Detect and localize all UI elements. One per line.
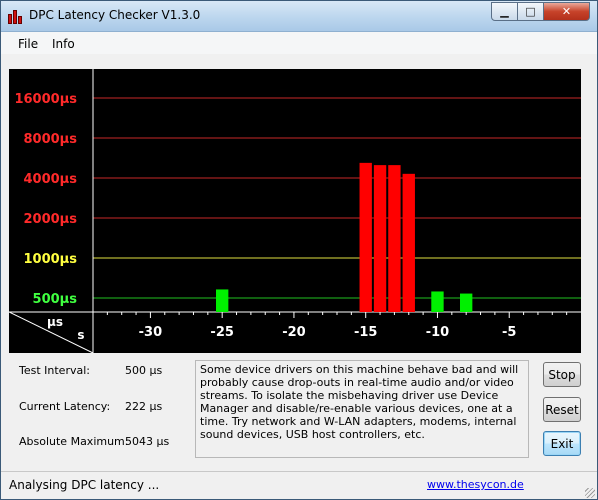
minimize-icon: ▁ <box>500 5 509 18</box>
resize-grip[interactable] <box>585 488 595 498</box>
test-interval-label: Test Interval: <box>19 364 90 377</box>
y-tick-label: 2000µs <box>24 212 78 227</box>
x-tick-label: -10 <box>426 325 450 340</box>
maximize-button[interactable]: □ <box>517 2 544 21</box>
window-title: DPC Latency Checker V1.3.0 <box>29 8 201 22</box>
latency-bar <box>359 162 372 312</box>
x-tick-label: -25 <box>210 325 234 340</box>
current-latency-label: Current Latency: <box>19 400 111 413</box>
chart-background <box>9 69 581 353</box>
y-tick-label: 500µs <box>33 292 78 307</box>
reset-button[interactable]: Reset <box>543 397 581 422</box>
app-window: DPC Latency Checker V1.3.0 ▁ □ ✕ File In… <box>0 0 598 500</box>
latency-bar <box>402 173 415 312</box>
latency-chart-svg: 16000µs 8000µs 4000µs 2000µs 1000µs 500µs µss -… <box>9 69 581 353</box>
absolute-maximum-value: 5043 µs <box>125 435 170 448</box>
website-link[interactable]: www.thesycon.de <box>427 478 524 491</box>
y-tick-label: 4000µs <box>24 172 78 187</box>
minimize-button[interactable]: ▁ <box>491 2 518 21</box>
latency-chart: 16000µs 8000µs 4000µs 2000µs 1000µs 500µs µs s -… <box>9 69 581 353</box>
title-bar[interactable]: DPC Latency Checker V1.3.0 ▁ □ ✕ <box>1 1 597 32</box>
exit-button[interactable]: Exit <box>543 431 581 456</box>
latency-bar <box>216 289 229 312</box>
bar-chart-icon <box>7 8 23 24</box>
latency-bar <box>460 293 473 312</box>
close-icon: ✕ <box>561 5 572 18</box>
status-bar: Analysing DPC latency ... www.thesycon.d… <box>1 471 597 499</box>
stop-button[interactable]: Stop <box>543 362 581 387</box>
y-tick-label: 1000µs <box>24 252 78 267</box>
status-text: Analysing DPC latency ... <box>9 478 160 492</box>
menu-info[interactable]: Info <box>52 37 75 51</box>
maximize-icon: □ <box>525 5 536 18</box>
x-unit-label: s <box>77 328 84 342</box>
y-tick-label: 8000µs <box>24 132 78 147</box>
x-tick-label: -15 <box>354 325 378 340</box>
close-button[interactable]: ✕ <box>543 2 590 21</box>
y-unit-label: µs <box>47 315 63 329</box>
test-interval-value: 500 µs <box>125 364 163 377</box>
absolute-maximum-label: Absolute Maximum: <box>19 435 129 448</box>
latency-bar <box>431 291 444 312</box>
latency-bar <box>373 165 387 312</box>
y-tick-label: 16000µs <box>14 92 77 107</box>
menu-file[interactable]: File <box>18 37 38 51</box>
current-latency-value: 222 µs <box>125 400 163 413</box>
latency-bar <box>388 165 401 312</box>
menu-bar: File Info <box>1 32 597 54</box>
advice-message: Some device drivers on this machine beha… <box>195 360 529 458</box>
x-tick-label: -30 <box>139 325 163 340</box>
x-tick-label: -20 <box>282 325 306 340</box>
x-tick-label: -5 <box>502 325 516 340</box>
